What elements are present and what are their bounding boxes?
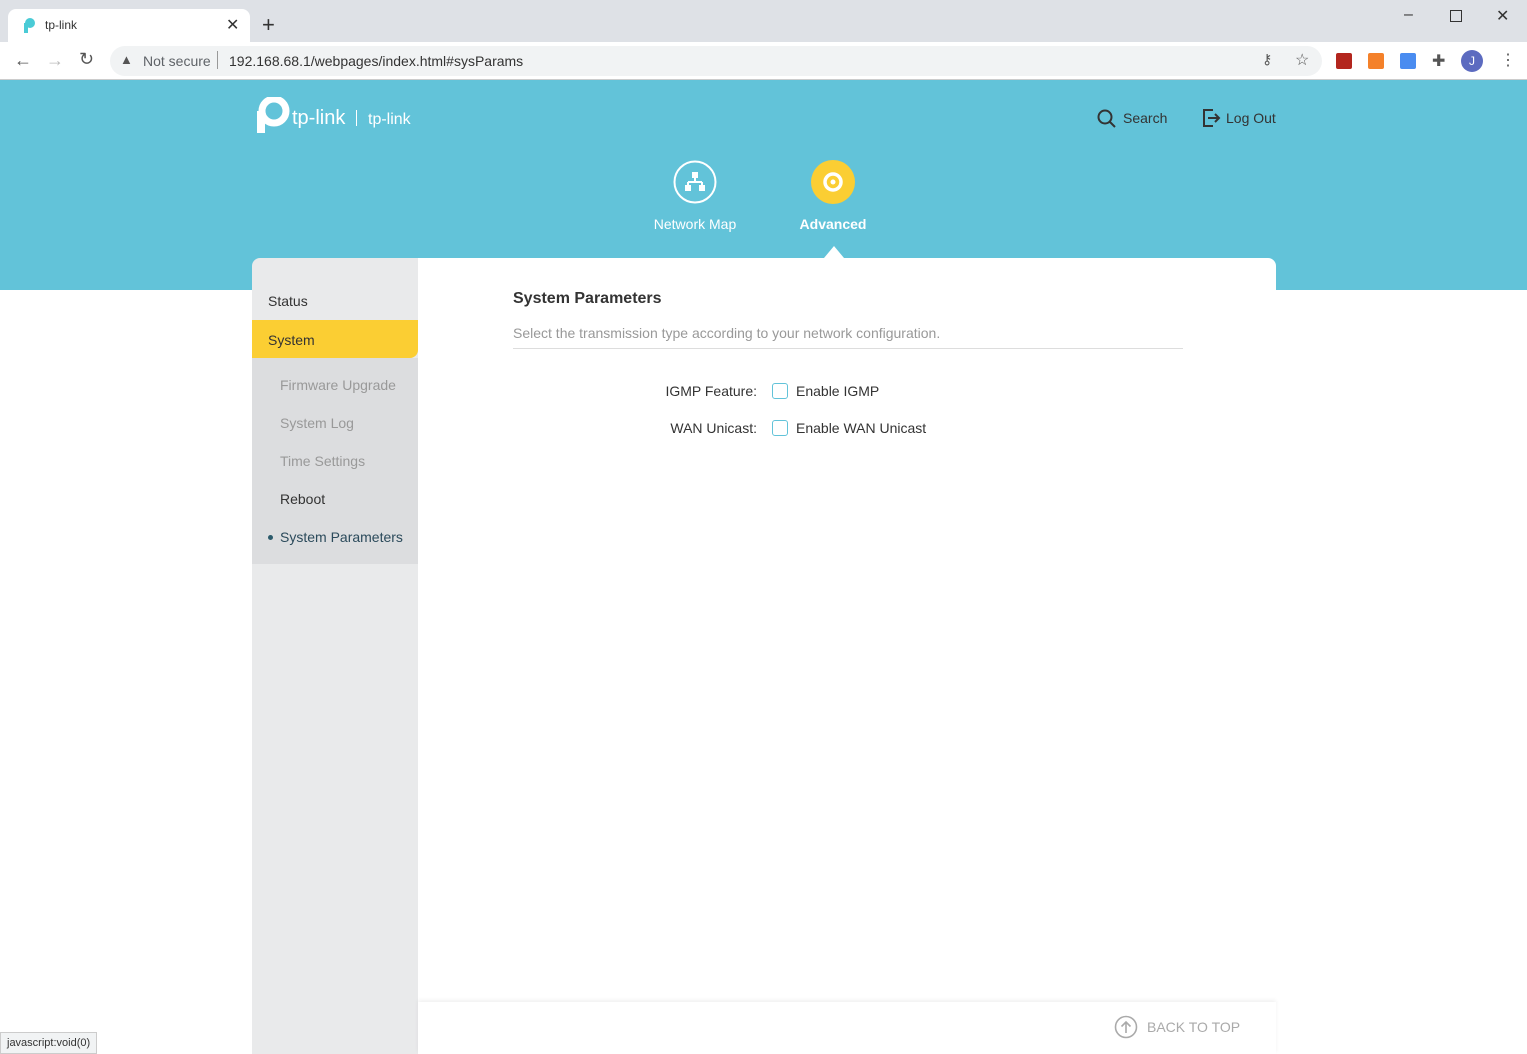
search-label: Search bbox=[1123, 110, 1168, 126]
arrow-up-circle-icon bbox=[1114, 1015, 1138, 1039]
logout-icon bbox=[1203, 109, 1221, 127]
sidebar-sub-firmware-upgrade[interactable]: Firmware Upgrade bbox=[280, 377, 396, 393]
security-label: Not secure bbox=[143, 53, 211, 69]
divider bbox=[513, 348, 1183, 349]
status-bar: javascript:void(0) bbox=[0, 1032, 98, 1054]
forward-icon[interactable]: → bbox=[46, 50, 64, 71]
sidebar-item-system[interactable]: System bbox=[252, 320, 418, 358]
sidebar-sub-system-log[interactable]: System Log bbox=[280, 415, 354, 431]
page-title: System Parameters bbox=[513, 290, 662, 307]
back-to-top-button[interactable]: BACK TO TOP bbox=[1114, 1015, 1244, 1039]
extensions-icon[interactable]: ✚ bbox=[1432, 51, 1445, 71]
igmp-label: IGMP Feature: bbox=[665, 383, 757, 399]
close-tab-icon[interactable]: ✕ bbox=[226, 15, 239, 35]
key-icon[interactable]: ⚷ bbox=[1262, 51, 1272, 68]
new-tab-icon[interactable]: + bbox=[262, 12, 275, 38]
minimize-icon[interactable]: – bbox=[1404, 6, 1413, 24]
back-to-top-label: BACK TO TOP bbox=[1147, 1019, 1241, 1035]
network-map-icon bbox=[673, 160, 717, 204]
main-panel bbox=[418, 258, 1276, 1000]
nav-advanced[interactable]: Advanced bbox=[778, 160, 888, 240]
model-name: tp-link bbox=[368, 111, 411, 128]
logout-label: Log Out bbox=[1226, 110, 1276, 126]
wan-unicast-option-label[interactable]: Enable WAN Unicast bbox=[796, 420, 926, 436]
url-text[interactable]: 192.168.68.1/webpages/index.html#sysPara… bbox=[229, 53, 523, 69]
tp-link-favicon-icon bbox=[24, 18, 35, 33]
sidebar-sub-reboot[interactable]: Reboot bbox=[280, 491, 325, 507]
reload-icon[interactable]: ↻ bbox=[79, 49, 94, 70]
brand-name: tp-link bbox=[292, 107, 346, 129]
igmp-option-label[interactable]: Enable IGMP bbox=[796, 383, 879, 399]
sidebar-sub-time-settings[interactable]: Time Settings bbox=[280, 453, 365, 469]
wan-unicast-checkbox[interactable] bbox=[772, 420, 788, 436]
wan-unicast-label: WAN Unicast: bbox=[670, 420, 757, 436]
pdf-extension-icon[interactable] bbox=[1336, 53, 1352, 69]
back-icon[interactable]: ← bbox=[14, 50, 32, 71]
page-description: Select the transmission type according t… bbox=[513, 325, 941, 341]
tab-title: tp-link bbox=[45, 18, 78, 32]
search-icon bbox=[1097, 109, 1116, 128]
igmp-checkbox[interactable] bbox=[772, 383, 788, 399]
translate-extension-icon[interactable] bbox=[1400, 53, 1416, 69]
active-nav-pointer bbox=[824, 246, 844, 258]
nav-network-map[interactable]: Network Map bbox=[640, 160, 750, 240]
nav-label: Advanced bbox=[799, 216, 867, 232]
profile-avatar[interactable]: J bbox=[1461, 50, 1483, 72]
advanced-gear-icon bbox=[811, 160, 855, 204]
menu-icon[interactable]: ⋮ bbox=[1500, 50, 1516, 70]
close-window-icon[interactable]: ✕ bbox=[1496, 6, 1509, 26]
sidebar-item-label: System bbox=[268, 332, 315, 348]
active-bullet-icon bbox=[268, 535, 273, 540]
address-bar[interactable]: ▲ Not secure 192.168.68.1/webpages/index… bbox=[110, 46, 1322, 76]
warning-icon: ▲ bbox=[120, 52, 133, 67]
browser-tab[interactable]: tp-link ✕ bbox=[8, 9, 250, 42]
sidebar-item-status[interactable]: Status bbox=[268, 293, 308, 309]
tp-link-logo-icon bbox=[257, 97, 290, 133]
shopping-extension-icon[interactable] bbox=[1368, 53, 1384, 69]
star-icon[interactable]: ☆ bbox=[1295, 50, 1309, 70]
nav-label: Network Map bbox=[653, 216, 737, 232]
sidebar-sub-system-parameters[interactable]: System Parameters bbox=[280, 529, 403, 545]
maximize-icon[interactable] bbox=[1450, 10, 1462, 22]
